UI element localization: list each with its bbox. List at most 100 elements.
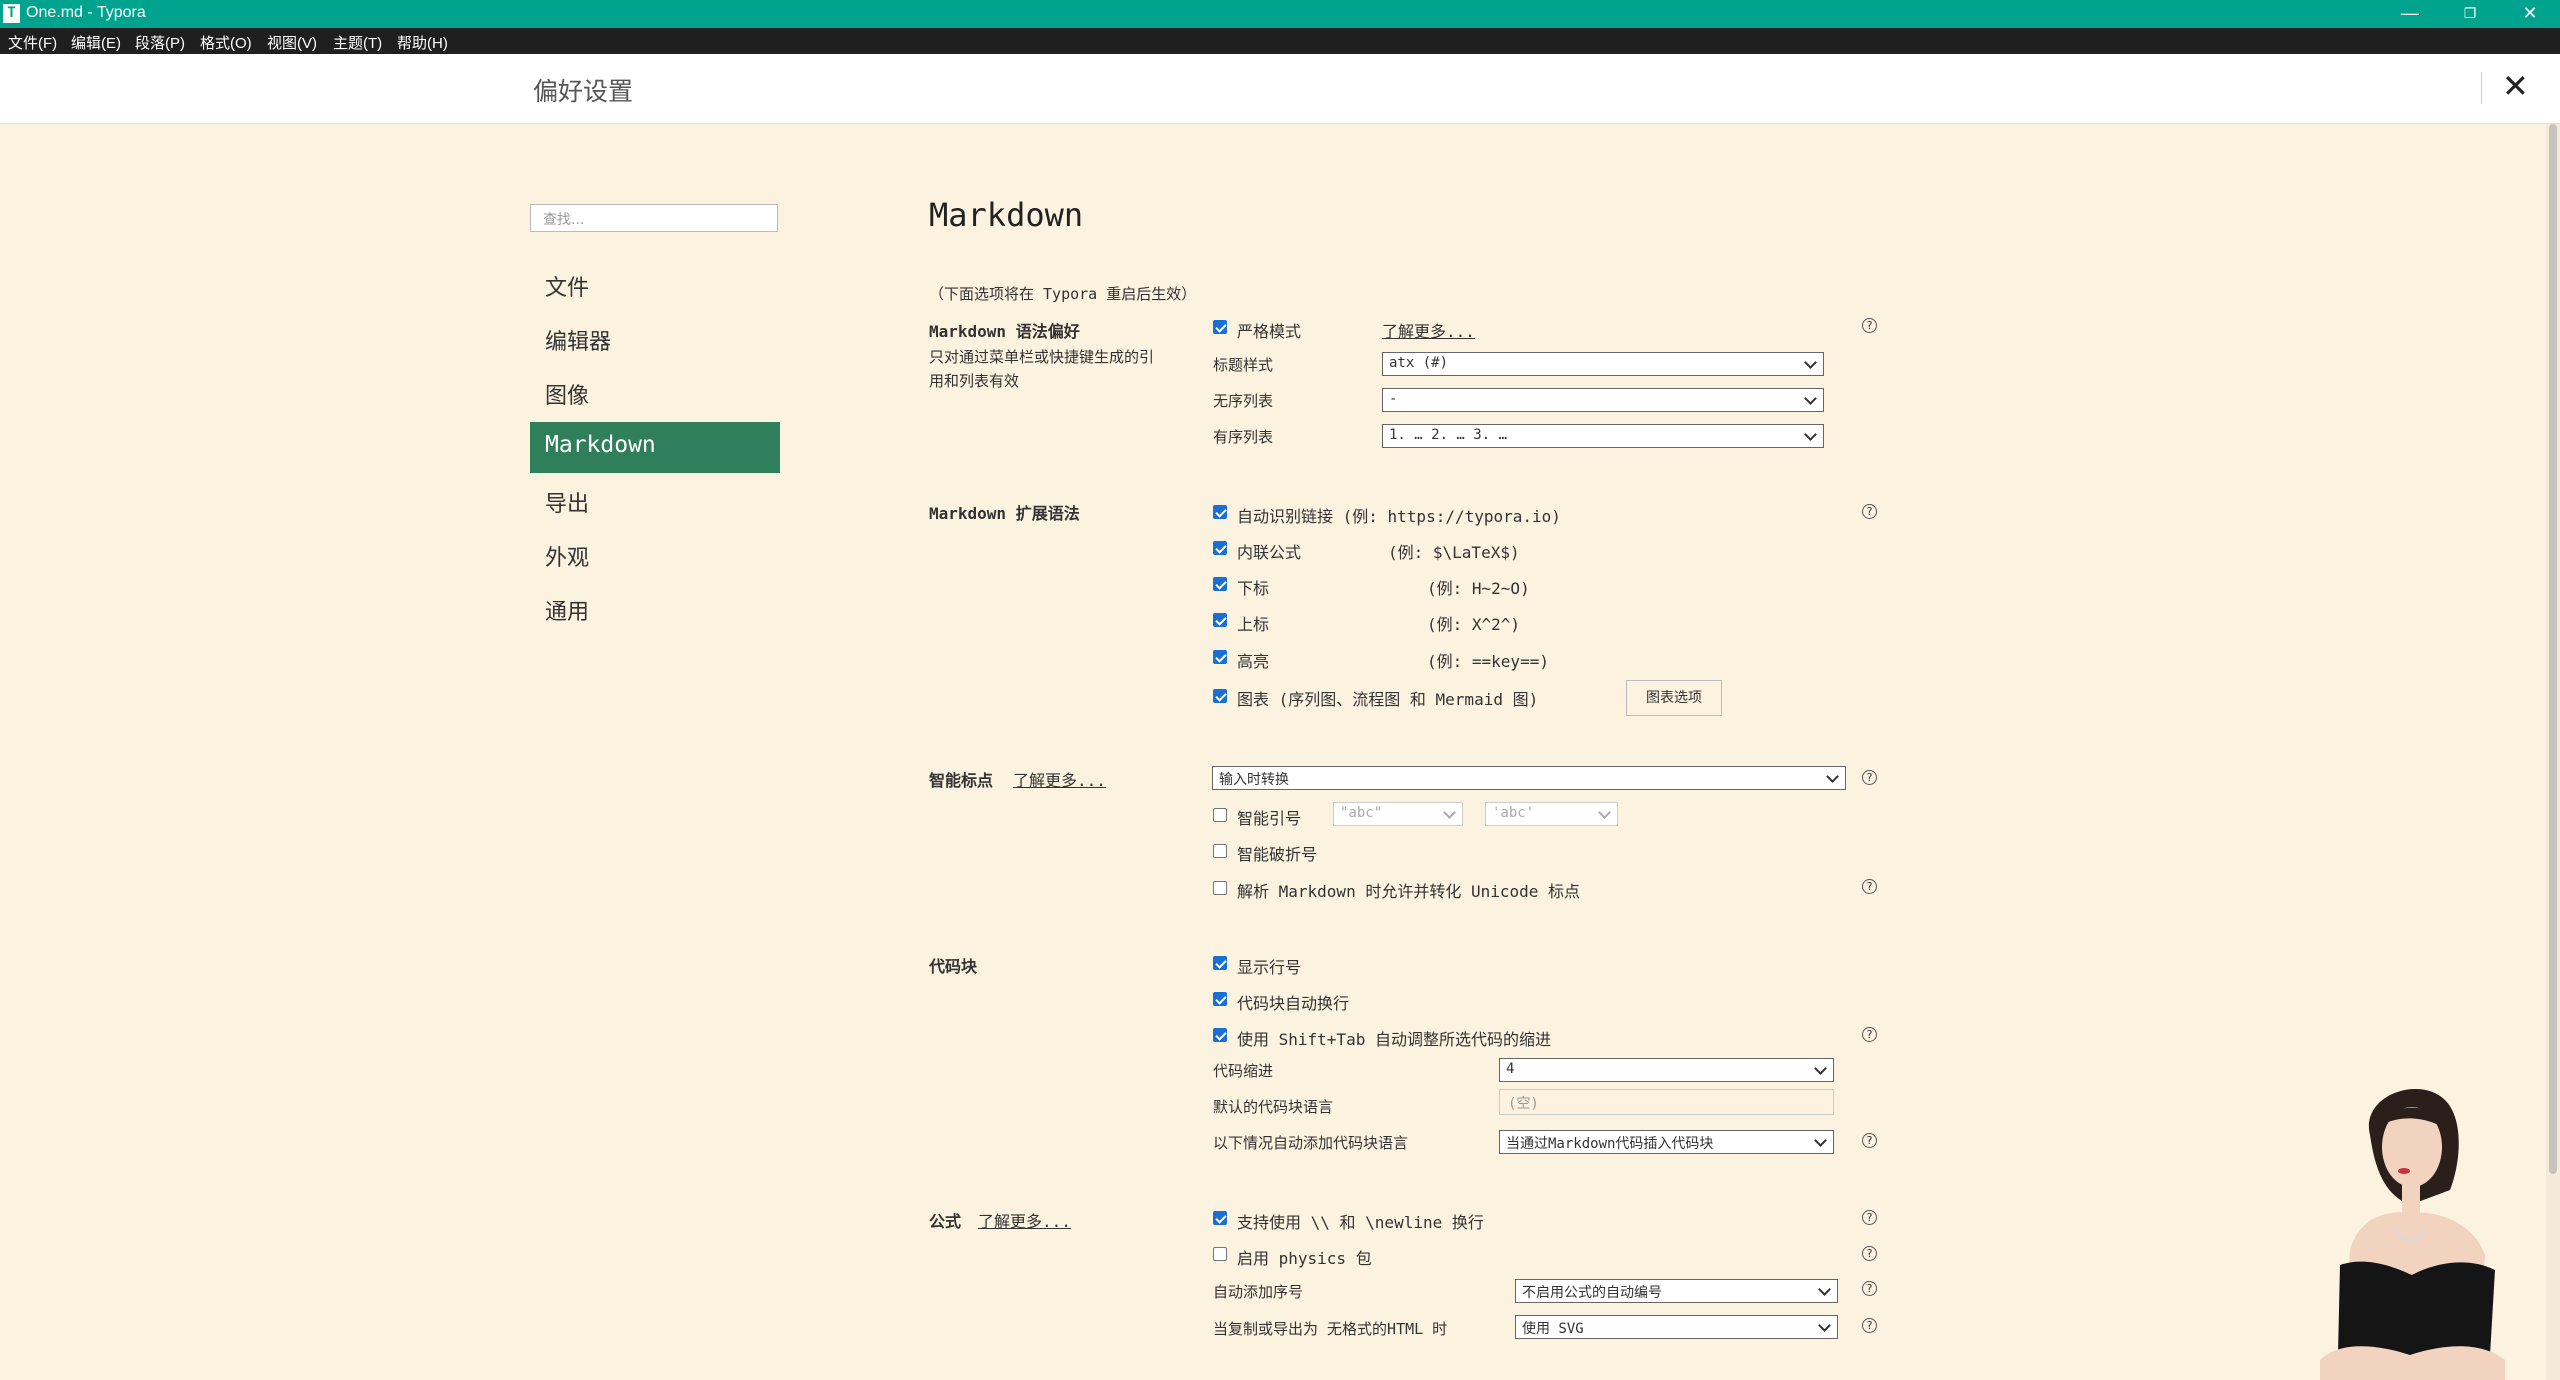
header-divider xyxy=(2481,72,2482,104)
subscript-checkbox[interactable] xyxy=(1213,577,1227,591)
heading-style-select[interactable]: atx (#) xyxy=(1382,352,1824,376)
default-lang-label: 默认的代码块语言 xyxy=(1213,1098,1334,1116)
smart-quotes-label: 智能引号 xyxy=(1237,809,1302,828)
ol-value: 1. … 2. … 3. … xyxy=(1389,427,1508,443)
strict-mode-checkbox[interactable] xyxy=(1213,320,1227,334)
single-quote-value: 'abc' xyxy=(1492,805,1535,821)
autonum-select[interactable]: 不启用公式的自动编号 xyxy=(1515,1279,1838,1303)
help-icon[interactable]: ? xyxy=(1862,1027,1877,1042)
help-icon[interactable]: ? xyxy=(1862,1210,1877,1225)
auto-lang-value: 当通过Markdown代码插入代码块 xyxy=(1506,1136,1714,1152)
decorative-portrait xyxy=(2320,1088,2505,1380)
chevron-down-icon xyxy=(1814,1134,1827,1147)
superscript-example: (例: X^2^) xyxy=(1427,615,1521,634)
chevron-down-icon xyxy=(1818,1283,1831,1296)
chevron-down-icon xyxy=(1804,428,1817,441)
help-icon[interactable]: ? xyxy=(1862,770,1877,785)
smart-learn-more-link[interactable]: 了解更多... xyxy=(1013,767,1106,791)
code-indent-label: 代码缩进 xyxy=(1213,1062,1274,1080)
newline-label: 支持使用 \\ 和 \newline 换行 xyxy=(1237,1213,1484,1232)
preferences-close-icon[interactable]: ✕ xyxy=(2502,66,2529,106)
menu-paragraph[interactable]: 段落(P) xyxy=(135,32,185,53)
nav-item-image[interactable]: 图像 xyxy=(530,368,780,419)
export-select[interactable]: 使用 SVG xyxy=(1515,1315,1838,1339)
math-section-title: 公式 xyxy=(929,1212,962,1231)
menu-bar: 文件(F) 编辑(E) 段落(P) 格式(O) 视图(V) 主题(T) 帮助(H… xyxy=(0,28,2560,54)
help-icon[interactable]: ? xyxy=(1862,1246,1877,1261)
minimize-button[interactable]: — xyxy=(2380,0,2440,28)
smart-punct-mode-select[interactable]: 输入时转换 xyxy=(1212,766,1846,790)
ol-label: 有序列表 xyxy=(1213,428,1274,446)
double-quote-select[interactable]: "abc" xyxy=(1333,802,1463,826)
superscript-label: 上标 xyxy=(1237,615,1270,634)
menu-help[interactable]: 帮助(H) xyxy=(397,32,448,53)
chevron-down-icon xyxy=(1598,806,1611,819)
heading-style-label: 标题样式 xyxy=(1213,356,1274,374)
smart-quotes-checkbox[interactable] xyxy=(1213,808,1227,822)
menu-format[interactable]: 格式(O) xyxy=(200,32,252,53)
highlight-example: (例: ==key==) xyxy=(1427,652,1549,671)
diagram-label: 图表 (序列图、流程图 和 Mermaid 图) xyxy=(1237,690,1539,709)
code-section-title: 代码块 xyxy=(929,957,978,976)
default-lang-input[interactable]: (空) xyxy=(1499,1089,1834,1115)
restore-button[interactable]: ❐ xyxy=(2440,0,2500,28)
syntax-desc-line2: 用和列表有效 xyxy=(929,372,1020,390)
chevron-down-icon xyxy=(1804,356,1817,369)
preferences-title: 偏好设置 xyxy=(533,78,634,106)
unicode-punct-checkbox[interactable] xyxy=(1213,881,1227,895)
smart-dashes-checkbox[interactable] xyxy=(1213,844,1227,858)
help-icon[interactable]: ? xyxy=(1862,879,1877,894)
nav-item-general[interactable]: 通用 xyxy=(530,584,780,635)
code-indent-select[interactable]: 4 xyxy=(1499,1058,1834,1082)
code-wrap-checkbox[interactable] xyxy=(1213,992,1227,1006)
help-icon[interactable]: ? xyxy=(1862,318,1877,333)
inline-math-label: 内联公式 xyxy=(1237,543,1302,562)
physics-checkbox[interactable] xyxy=(1213,1247,1227,1261)
shift-tab-checkbox[interactable] xyxy=(1213,1028,1227,1042)
strict-mode-label: 严格模式 xyxy=(1237,322,1302,341)
ul-select[interactable]: - xyxy=(1382,388,1824,412)
nav-item-export[interactable]: 导出 xyxy=(530,476,780,527)
scrollbar-thumb[interactable] xyxy=(2549,124,2557,1174)
help-icon[interactable]: ? xyxy=(1862,504,1877,519)
preferences-search-input[interactable]: 查找... xyxy=(530,204,778,232)
nav-item-appearance[interactable]: 外观 xyxy=(530,530,780,581)
help-icon[interactable]: ? xyxy=(1862,1281,1877,1296)
nav-item-file[interactable]: 文件 xyxy=(530,260,780,311)
math-learn-more-link[interactable]: 了解更多... xyxy=(978,1208,1071,1232)
help-icon[interactable]: ? xyxy=(1862,1318,1877,1333)
window-title: One.md - Typora xyxy=(26,4,146,21)
single-quote-select[interactable]: 'abc' xyxy=(1485,802,1618,826)
ul-label: 无序列表 xyxy=(1213,392,1274,410)
window-close-button[interactable]: ✕ xyxy=(2500,0,2560,28)
smart-dashes-label: 智能破折号 xyxy=(1237,845,1318,864)
newline-checkbox[interactable] xyxy=(1213,1211,1227,1225)
diagram-options-button[interactable]: 图表选项 xyxy=(1626,680,1722,716)
menu-theme[interactable]: 主题(T) xyxy=(333,32,382,53)
diagram-checkbox[interactable] xyxy=(1213,689,1227,703)
autonum-label: 自动添加序号 xyxy=(1213,1283,1304,1301)
export-value: 使用 SVG xyxy=(1522,1321,1584,1337)
smart-section-title: 智能标点 xyxy=(929,771,994,790)
menu-view[interactable]: 视图(V) xyxy=(267,32,317,53)
line-numbers-label: 显示行号 xyxy=(1237,958,1302,977)
superscript-checkbox[interactable] xyxy=(1213,613,1227,627)
ol-select[interactable]: 1. … 2. … 3. … xyxy=(1382,424,1824,448)
strict-learn-more-link[interactable]: 了解更多... xyxy=(1382,318,1475,342)
nav-item-editor[interactable]: 编辑器 xyxy=(530,314,780,365)
highlight-label: 高亮 xyxy=(1237,652,1270,671)
help-icon[interactable]: ? xyxy=(1862,1133,1877,1148)
auto-lang-select[interactable]: 当通过Markdown代码插入代码块 xyxy=(1499,1130,1834,1154)
menu-edit[interactable]: 编辑(E) xyxy=(71,32,121,53)
inline-math-checkbox[interactable] xyxy=(1213,541,1227,555)
chevron-down-icon xyxy=(1814,1062,1827,1075)
menu-file[interactable]: 文件(F) xyxy=(8,32,57,53)
highlight-checkbox[interactable] xyxy=(1213,650,1227,664)
nav-item-markdown[interactable]: Markdown xyxy=(530,422,780,473)
autolink-label: 自动识别链接 (例: https://typora.io) xyxy=(1237,507,1561,526)
chevron-down-icon xyxy=(1804,392,1817,405)
inline-math-example: (例: $\LaTeX$) xyxy=(1388,543,1520,562)
preferences-header: 偏好设置 ✕ xyxy=(0,54,2560,124)
line-numbers-checkbox[interactable] xyxy=(1213,956,1227,970)
autolink-checkbox[interactable] xyxy=(1213,505,1227,519)
